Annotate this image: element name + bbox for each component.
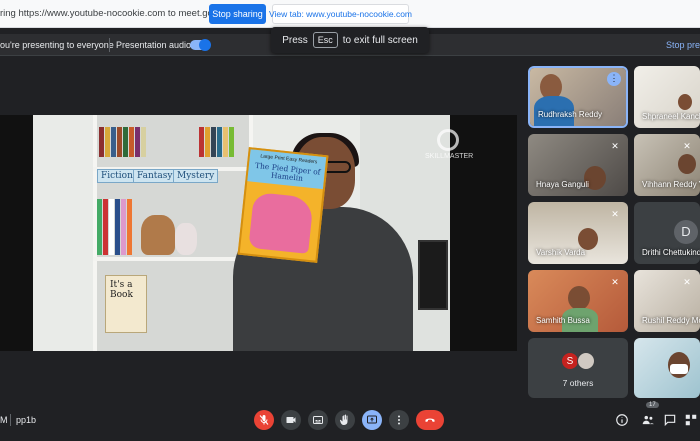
mic-off-icon — [259, 415, 269, 425]
tile-video — [634, 338, 700, 398]
watermark: SKILLMASTER — [425, 129, 473, 169]
teddy-bear — [141, 215, 175, 255]
participant-name: Varshik Varda — [536, 248, 586, 257]
divider — [109, 38, 110, 52]
participant-tile[interactable]: ⋮ Rudhraksh Reddy — [528, 66, 628, 128]
camera-icon — [286, 417, 296, 423]
participant-tile[interactable]: ✕ Samhith Bussa — [528, 270, 628, 332]
view-tab-button[interactable]: View tab: www.youtube-nocookie.com — [269, 4, 412, 24]
participant-tile[interactable]: ✕ Rushil Reddy Mc — [634, 270, 700, 332]
book-illustration — [248, 191, 314, 254]
others-tile[interactable]: S 7 others — [528, 338, 628, 398]
end-call-icon — [425, 418, 435, 422]
raise-hand-button[interactable] — [335, 410, 355, 430]
toggle-knob — [199, 39, 211, 51]
presentation-audio-label: Presentation audio — [116, 40, 192, 50]
participant-tile[interactable]: D Drithi Chettukind — [634, 202, 700, 264]
watermark-text: SKILLMASTER — [425, 153, 474, 160]
present-now-button[interactable] — [362, 410, 382, 430]
captions-button[interactable] — [308, 410, 328, 430]
captions-icon — [313, 416, 323, 424]
shelf-label-mystery: Mystery — [173, 169, 219, 183]
participant-face — [678, 94, 692, 110]
watermark-logo-icon — [437, 129, 459, 151]
divider — [10, 414, 11, 426]
video-scene: Fiction Fantasy Mystery It's a Book Larg… — [33, 115, 473, 351]
mic-off-button[interactable] — [254, 410, 274, 430]
shelf-label-fantasy: Fantasy — [133, 169, 177, 183]
participant-tile[interactable]: ✕ Hnaya Ganguli — [528, 134, 628, 196]
activities-icon[interactable] — [684, 413, 698, 427]
tip-press: Press — [282, 34, 308, 46]
exit-fullscreen-tip: Press Esc to exit full screen — [271, 27, 429, 53]
mic-off-icon: ✕ — [611, 209, 619, 219]
participant-name: Vihhann Reddy Y — [642, 180, 700, 189]
held-book: Large Print Easy Readers The Pied Piper … — [237, 147, 329, 263]
presentation-audio-toggle[interactable] — [190, 39, 211, 51]
people-count-badge: 17 — [646, 402, 659, 408]
others-avatar — [577, 352, 595, 370]
participant-tile[interactable]: Shpraneel Kanch — [634, 66, 700, 128]
books-row — [199, 127, 234, 157]
mic-off-icon: ✕ — [611, 141, 619, 151]
participant-face — [578, 228, 598, 250]
toy — [175, 223, 197, 255]
shelf-book: It's a Book — [105, 275, 147, 333]
tile-options-button[interactable]: ⋮ — [607, 72, 621, 86]
participant-face — [568, 286, 590, 310]
camera-button[interactable] — [281, 410, 301, 430]
present-icon — [367, 415, 377, 424]
shelf — [93, 257, 253, 261]
raise-hand-icon — [339, 414, 348, 425]
participant-tile[interactable]: ✕ Vihhann Reddy Y — [634, 134, 700, 196]
participant-avatar: D — [674, 220, 698, 244]
tip-exit: to exit full screen — [342, 34, 418, 46]
participant-name: Shpraneel Kanch — [642, 112, 700, 121]
chrome-sharing-bar: ring https://www.youtube-nocookie.com to… — [0, 0, 700, 28]
books-row — [97, 199, 132, 255]
participant-name: Rushil Reddy Mc — [642, 316, 700, 325]
participant-name: Hnaya Ganguli — [536, 180, 589, 189]
meeting-controls-bar: M pp1b 17 — [0, 400, 700, 441]
leave-call-button[interactable] — [416, 410, 444, 430]
mic-off-icon: ✕ — [683, 277, 691, 287]
books-row — [99, 127, 146, 157]
tv — [418, 240, 448, 310]
participant-name: Drithi Chettukind — [642, 248, 700, 257]
shelf-label-fiction: Fiction — [97, 169, 137, 183]
participant-name: Samhith Bussa — [536, 316, 590, 325]
meeting-code: pp1b — [16, 415, 37, 425]
chat-icon[interactable] — [663, 413, 677, 427]
stop-sharing-button[interactable]: Stop sharing — [209, 4, 266, 24]
participant-tile[interactable]: ✕ Varshik Varda — [528, 202, 628, 264]
mask — [670, 364, 688, 374]
more-options-button[interactable] — [389, 410, 409, 430]
people-icon[interactable] — [641, 413, 655, 427]
mic-off-icon: ✕ — [683, 141, 691, 151]
info-icon[interactable] — [615, 413, 629, 427]
others-count: 7 others — [562, 378, 594, 388]
stop-presenting-button[interactable]: Stop pre — [666, 40, 700, 50]
presenting-status: ou're presenting to everyone — [0, 40, 114, 50]
mic-off-icon: ✕ — [611, 277, 619, 287]
meeting-time: M — [0, 415, 8, 425]
self-tile[interactable] — [634, 338, 700, 398]
more-icon — [398, 415, 400, 425]
esc-key: Esc — [312, 32, 338, 48]
presented-video[interactable]: Fiction Fantasy Mystery It's a Book Larg… — [0, 115, 517, 351]
participant-name: Rudhraksh Reddy — [538, 110, 603, 119]
participant-face — [678, 154, 696, 174]
